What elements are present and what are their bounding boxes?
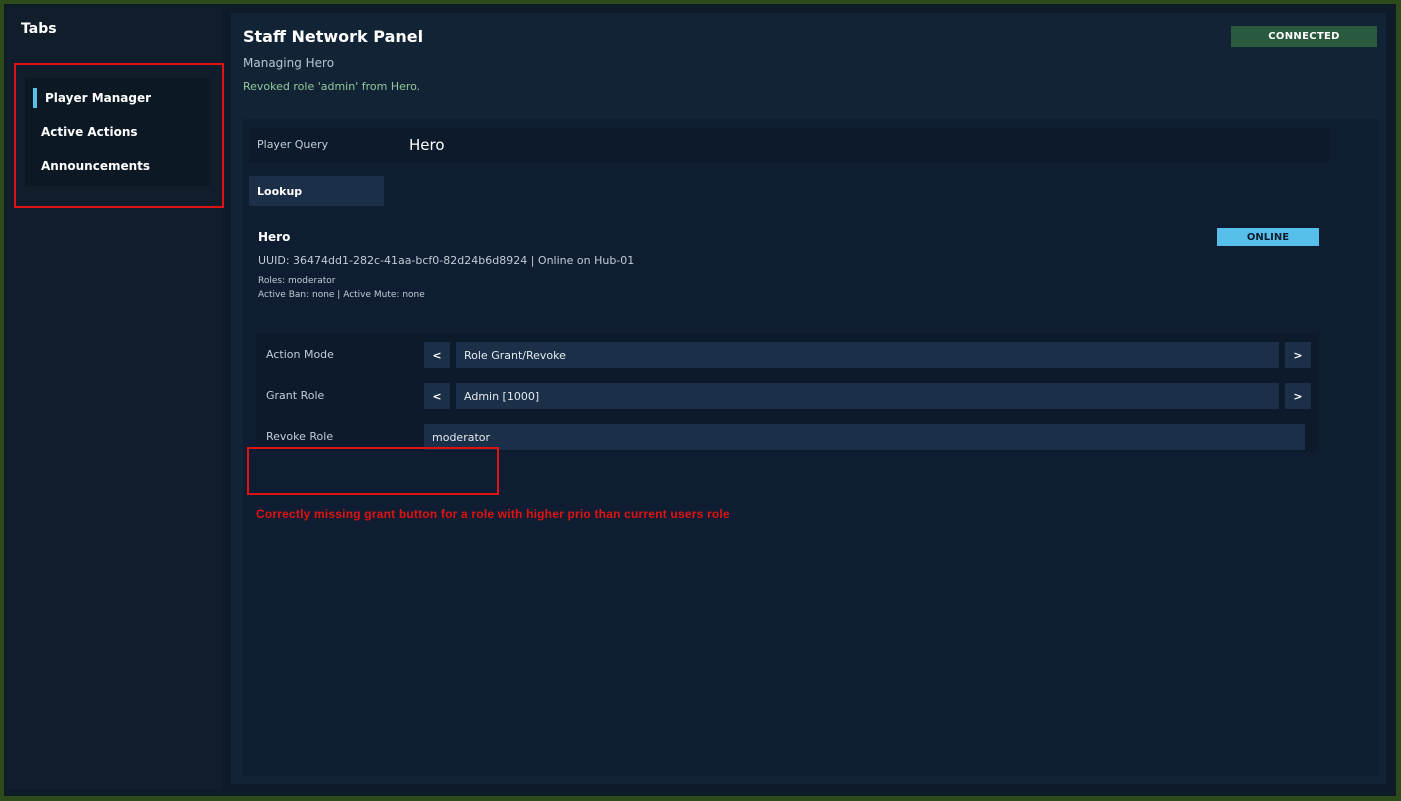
player-query-label: Player Query bbox=[257, 138, 329, 151]
action-mode-prev-button[interactable]: < bbox=[424, 342, 450, 368]
revoke-role-value[interactable]: moderator bbox=[424, 424, 1305, 450]
player-query-row: Player Query bbox=[249, 128, 1329, 162]
action-mode-next-button[interactable]: > bbox=[1285, 342, 1311, 368]
revoke-role-label: Revoke Role bbox=[266, 430, 334, 443]
sidebar-title: Tabs bbox=[21, 21, 57, 37]
page-title: Staff Network Panel bbox=[243, 27, 424, 46]
player-name: Hero bbox=[258, 230, 291, 244]
player-query-input[interactable] bbox=[409, 132, 1309, 158]
online-status-badge: ONLINE bbox=[1217, 228, 1319, 246]
page-subtitle: Managing Hero bbox=[243, 56, 335, 70]
grant-role-value: Admin [1000] bbox=[456, 383, 1279, 409]
connection-status-badge: CONNECTED bbox=[1231, 26, 1377, 47]
annotation-box-tabs bbox=[14, 63, 224, 208]
lookup-button[interactable]: Lookup bbox=[249, 176, 384, 206]
annotation-box-grant bbox=[247, 447, 499, 495]
status-message: Revoked role 'admin' from Hero. bbox=[243, 80, 421, 93]
grant-role-label: Grant Role bbox=[266, 389, 325, 402]
player-ban-line: Active Ban: none | Active Mute: none bbox=[258, 290, 425, 300]
annotation-text: Correctly missing grant button for a rol… bbox=[256, 507, 730, 521]
action-mode-value: Role Grant/Revoke bbox=[456, 342, 1279, 368]
grant-role-next-button[interactable]: > bbox=[1285, 383, 1311, 409]
action-mode-label: Action Mode bbox=[266, 348, 334, 361]
player-roles-line: Roles: moderator bbox=[258, 276, 336, 286]
player-uuid-line: UUID: 36474dd1-282c-41aa-bcf0-82d24b6d89… bbox=[258, 254, 635, 267]
grant-role-prev-button[interactable]: < bbox=[424, 383, 450, 409]
